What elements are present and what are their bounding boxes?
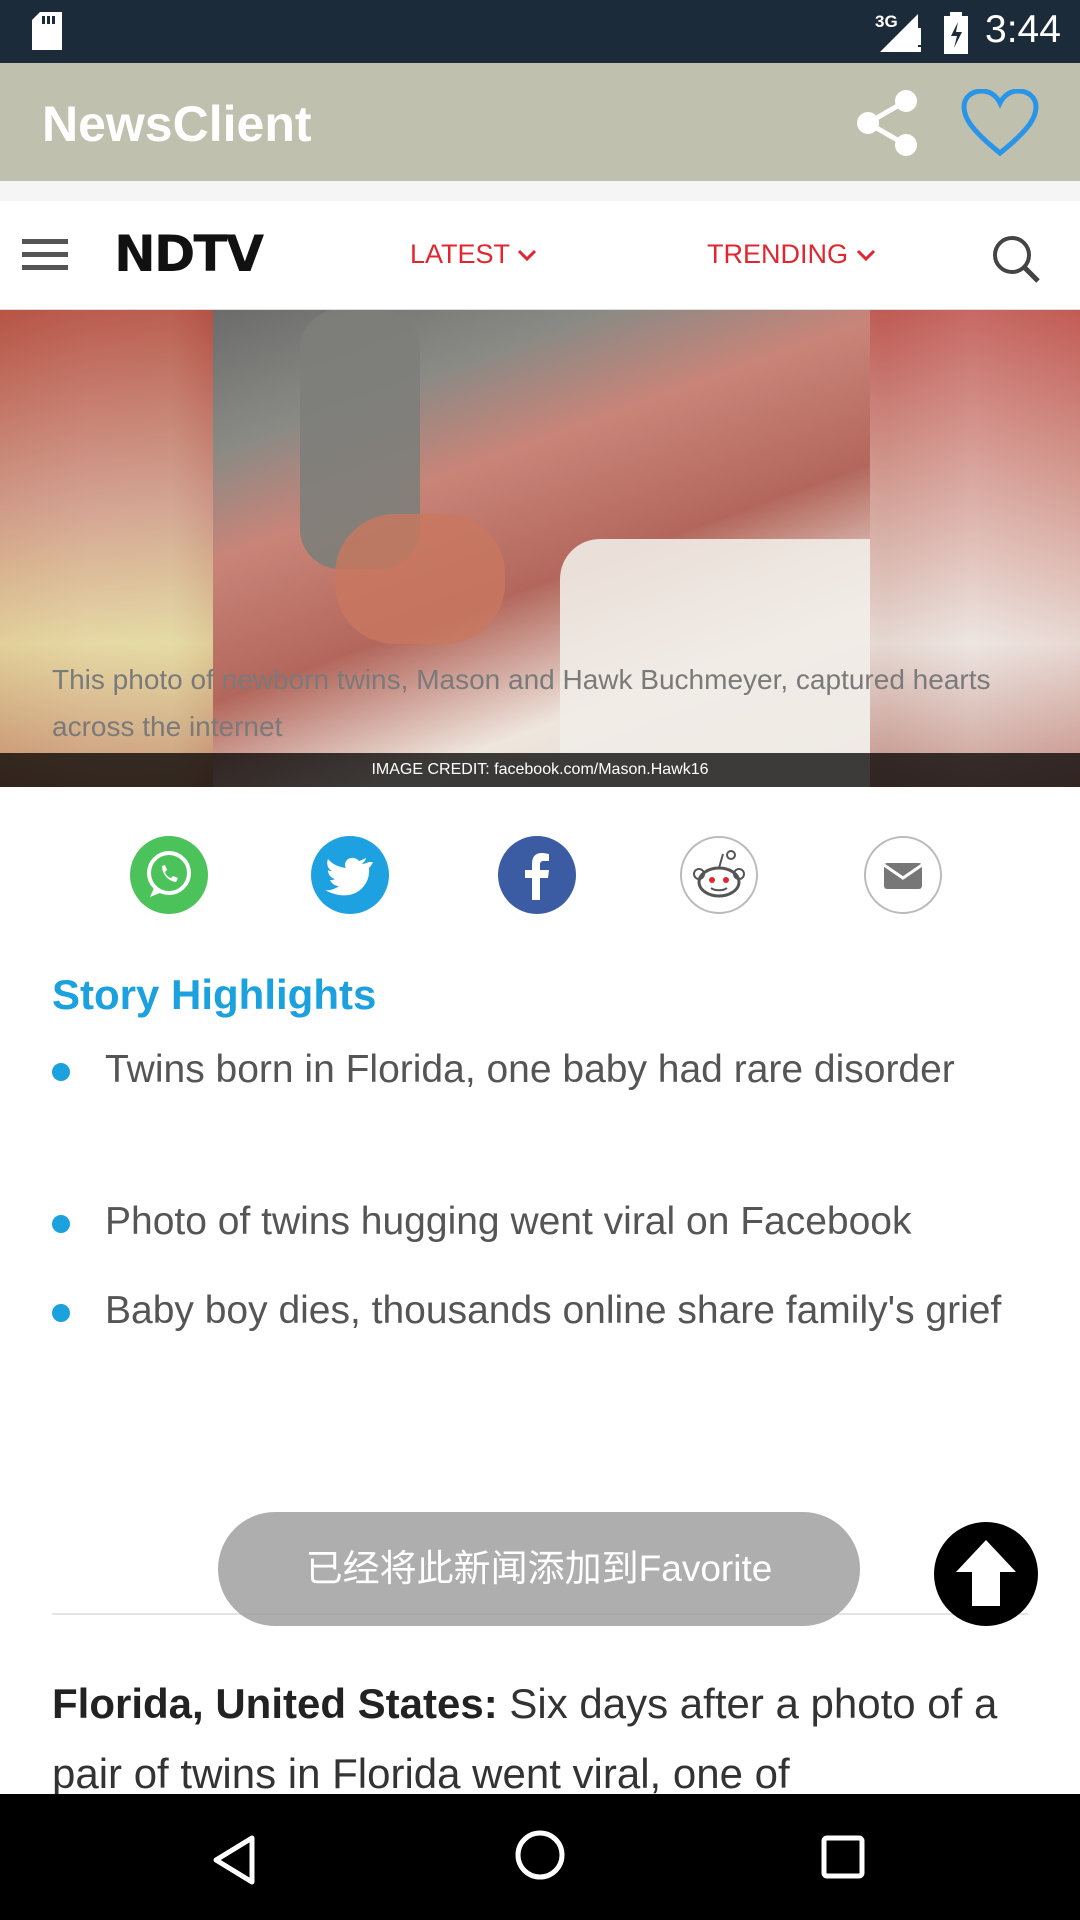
email-share-button[interactable] [864, 836, 942, 914]
nav-latest[interactable]: LATEST [410, 239, 537, 270]
heart-icon[interactable] [960, 88, 1040, 159]
nav-trending-label: TRENDING [707, 239, 848, 269]
search-icon[interactable] [990, 233, 1042, 285]
story-highlights-title: Story Highlights [52, 971, 377, 1018]
email-icon [883, 863, 923, 889]
top-spacer [0, 181, 1080, 201]
system-nav-bar [0, 1794, 1080, 1920]
home-icon[interactable] [513, 1828, 567, 1887]
bullet-icon [52, 1304, 70, 1322]
site-header: NDTV LATEST TRENDING [0, 201, 1080, 310]
app-bar: NewsClient [0, 63, 1080, 181]
twitter-icon [325, 857, 373, 896]
share-buttons [0, 836, 1080, 916]
arrow-up-icon [956, 1540, 1016, 1606]
battery-icon [942, 12, 970, 59]
nav-trending[interactable]: TRENDING [707, 239, 876, 270]
share-icon[interactable] [852, 87, 924, 159]
facebook-icon [525, 853, 549, 900]
chevron-down-icon [517, 239, 537, 269]
favorite-toast: 已经将此新闻添加到Favorite [218, 1512, 860, 1626]
back-icon[interactable] [210, 1834, 258, 1891]
article-dateline: Florida, United States: [52, 1680, 498, 1727]
image-credit: IMAGE CREDIT: facebook.com/Mason.Hawk16 [0, 753, 1080, 787]
sd-card-icon [32, 12, 62, 55]
app-title: NewsClient [42, 96, 312, 152]
chevron-down-icon [856, 239, 876, 269]
bullet-icon [52, 1215, 70, 1233]
article-body: Florida, United States: Six days after a… [52, 1669, 1042, 1794]
hamburger-menu-icon[interactable] [22, 237, 68, 273]
signal-icon [880, 14, 924, 59]
clock: 3:44 [985, 8, 1061, 51]
recent-apps-icon[interactable] [820, 1834, 866, 1885]
whatsapp-icon [147, 851, 191, 897]
scroll-to-top-button[interactable] [934, 1522, 1038, 1626]
photo-caption: This photo of newborn twins, Mason and H… [52, 664, 991, 742]
twitter-share-button[interactable] [311, 836, 389, 914]
facebook-share-button[interactable] [498, 836, 576, 914]
reddit-share-button[interactable] [680, 836, 758, 914]
bullet-icon [52, 1063, 70, 1081]
whatsapp-share-button[interactable] [130, 836, 208, 914]
nav-latest-label: LATEST [410, 239, 510, 269]
status-bar: 3G 3:44 [0, 0, 1080, 63]
ndtv-logo[interactable]: NDTV [114, 225, 264, 283]
reddit-icon [693, 850, 745, 898]
